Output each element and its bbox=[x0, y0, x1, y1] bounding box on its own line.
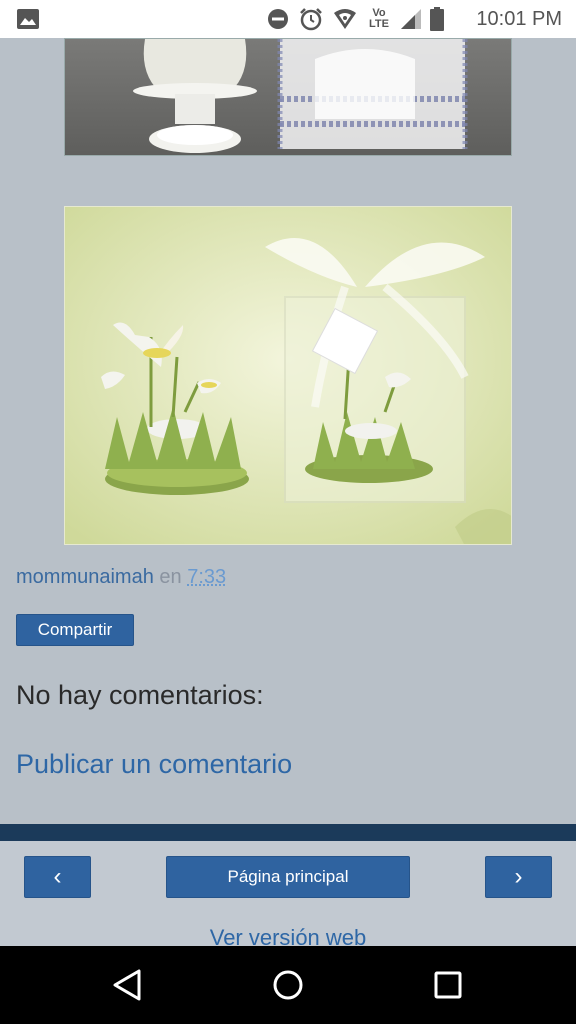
status-icons: Vo LTE bbox=[266, 6, 444, 32]
next-post-button[interactable]: › bbox=[485, 856, 552, 898]
product-photo bbox=[65, 39, 511, 155]
blog-footer-nav: ‹ Página principal › Ver versión web bbox=[0, 841, 576, 946]
android-nav-bar bbox=[0, 946, 576, 1024]
back-icon[interactable] bbox=[109, 966, 147, 1004]
meta-en: en bbox=[159, 566, 182, 588]
status-time: 10:01 PM bbox=[476, 8, 562, 30]
hotspot-icon bbox=[334, 9, 356, 29]
recents-icon[interactable] bbox=[429, 966, 467, 1004]
post-image-main[interactable] bbox=[64, 206, 512, 545]
home-page-button[interactable]: Página principal bbox=[166, 856, 410, 898]
volte-icon: Vo LTE bbox=[369, 7, 389, 30]
home-icon[interactable] bbox=[269, 966, 307, 1004]
no-comments-heading: No hay comentarios: bbox=[16, 680, 264, 710]
status-bar: Vo LTE 10:01 PM bbox=[0, 0, 576, 38]
post-content: mommunaimah en 7:33 Compartir No hay com… bbox=[0, 38, 576, 946]
do-not-disturb-icon bbox=[268, 9, 288, 29]
footer-divider bbox=[0, 824, 576, 841]
post-meta: mommunaimah en 7:33 bbox=[16, 566, 226, 589]
previous-post-button[interactable]: ‹ bbox=[24, 856, 91, 898]
author-link[interactable]: mommunaimah bbox=[16, 566, 154, 588]
calla-lily-candle-favor-photo bbox=[65, 207, 511, 544]
post-comment-link[interactable]: Publicar un comentario bbox=[16, 749, 292, 780]
share-button[interactable]: Compartir bbox=[16, 614, 134, 646]
alarm-icon bbox=[300, 8, 322, 31]
web-version-link[interactable]: Ver versión web bbox=[0, 925, 576, 946]
post-time-link[interactable]: 7:33 bbox=[187, 566, 226, 588]
battery-icon bbox=[430, 7, 444, 31]
post-image-top[interactable] bbox=[64, 38, 512, 156]
gallery-icon bbox=[17, 9, 39, 29]
signal-icon bbox=[401, 9, 421, 29]
